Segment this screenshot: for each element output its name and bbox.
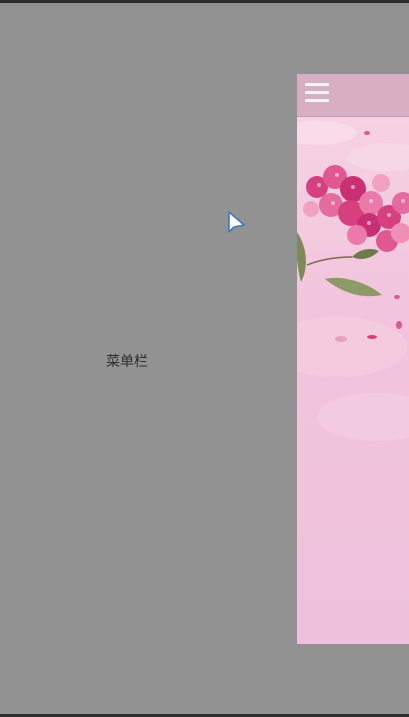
flower-banner-image (297, 117, 409, 644)
toolbar (297, 74, 409, 117)
navigation-drawer[interactable]: 菜单栏 (0, 3, 297, 714)
hamburger-menu-icon[interactable] (305, 83, 331, 105)
drawer-label: 菜单栏 (106, 354, 148, 370)
mouse-pointer-icon (228, 211, 245, 233)
main-content (297, 74, 409, 644)
app-screen: 菜单栏 (0, 0, 409, 717)
